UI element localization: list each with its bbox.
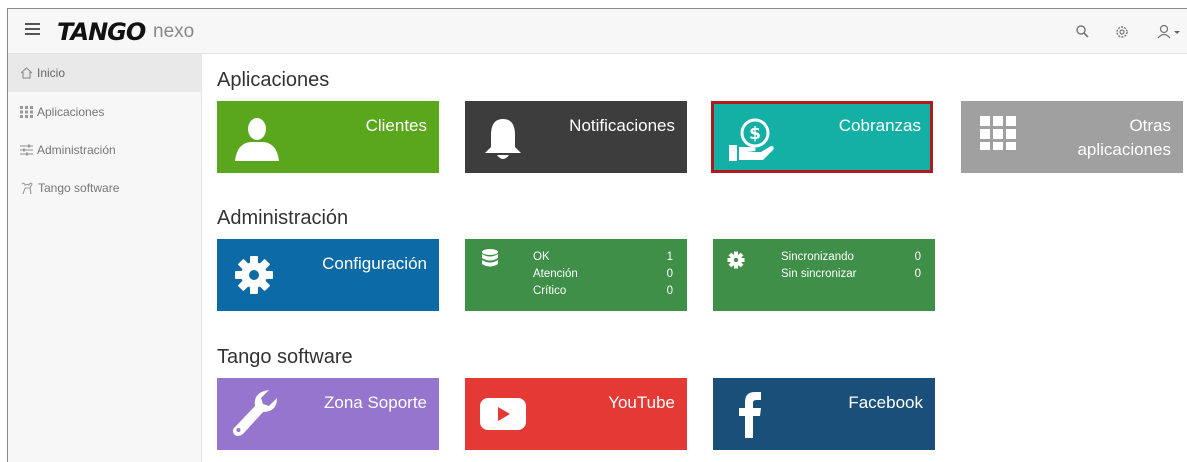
- sidebar-item-label: Inicio: [37, 66, 66, 80]
- brand-logo[interactable]: TANGO: [57, 18, 146, 46]
- status-row: Sincronizando 0: [781, 249, 921, 266]
- tile-label: Cobranzas: [838, 116, 921, 135]
- sidebar: Inicio Aplicaciones Administración Tango…: [8, 54, 202, 462]
- tile-facebook[interactable]: Facebook: [713, 378, 935, 450]
- sidebar-item-label: Administración: [37, 143, 116, 157]
- tile-label: YouTube: [608, 393, 675, 412]
- tile-sync-status[interactable]: Sincronizando 0 Sin sincronizar 0: [713, 239, 935, 311]
- home-icon: [20, 67, 33, 79]
- menu-icon[interactable]: [25, 23, 40, 36]
- status-row: Crítico 0: [533, 283, 673, 300]
- gear-icon: [235, 256, 273, 294]
- facebook-icon: [739, 392, 761, 438]
- sidebar-item-label: Tango software: [38, 181, 120, 195]
- tile-configuracion[interactable]: Configuración: [217, 239, 439, 311]
- svg-text:$: $: [749, 124, 761, 144]
- status-value: 0: [666, 285, 673, 297]
- app-window: TANGO nexo Inicio Aplicaciones Administr…: [7, 8, 1187, 462]
- tile-cobranzas[interactable]: $ Cobranzas: [711, 101, 933, 173]
- money-hand-icon: $: [729, 118, 774, 161]
- status-name: Atención: [533, 268, 578, 280]
- tile-youtube[interactable]: YouTube: [465, 378, 687, 450]
- tile-otras-aplicaciones[interactable]: Otras aplicaciones: [961, 101, 1183, 173]
- status-name: OK: [533, 251, 550, 263]
- tile-database-status[interactable]: OK 1 Atención 0 Crítico 0: [465, 239, 687, 311]
- search-icon[interactable]: [1073, 22, 1093, 42]
- section-title-aplicaciones: Aplicaciones: [217, 69, 330, 91]
- tile-notificaciones[interactable]: Notificaciones: [465, 101, 687, 173]
- tile-label: Zona Soporte: [323, 393, 427, 412]
- top-bar: TANGO nexo: [8, 9, 1187, 54]
- tile-label: Clientes: [365, 116, 427, 135]
- cow-icon: [21, 182, 33, 194]
- tile-zona-soporte[interactable]: Zona Soporte: [217, 378, 439, 450]
- status-name: Crítico: [533, 285, 567, 297]
- status-row: OK 1: [533, 249, 673, 266]
- sidebar-item-administracion[interactable]: Administración: [8, 131, 202, 169]
- sidebar-item-aplicaciones[interactable]: Aplicaciones: [8, 93, 202, 131]
- tile-label: Facebook: [848, 393, 923, 412]
- section-title-tango-software: Tango software: [217, 346, 353, 368]
- status-table: OK 1 Atención 0 Crítico 0: [533, 249, 673, 300]
- sidebar-item-label: Aplicaciones: [37, 105, 105, 119]
- status-name: Sincronizando: [781, 251, 854, 263]
- tile-label-line: aplicaciones: [1077, 140, 1171, 159]
- status-value: 0: [666, 268, 673, 280]
- tile-label: Notificaciones: [569, 116, 675, 135]
- apps-grid-icon: [980, 116, 1016, 150]
- status-name: Sin sincronizar: [781, 268, 857, 280]
- wrench-icon: [232, 390, 277, 436]
- user-icon: [235, 118, 279, 161]
- status-table: Sincronizando 0 Sin sincronizar 0: [781, 249, 921, 283]
- tile-label: Otras aplicaciones: [1077, 114, 1171, 162]
- youtube-icon: [480, 398, 526, 430]
- sidebar-item-inicio[interactable]: Inicio: [8, 54, 202, 92]
- brand-subtitle: nexo: [153, 21, 195, 42]
- section-title-administracion: Administración: [217, 207, 349, 229]
- sliders-icon: [20, 144, 33, 156]
- tile-label: Configuración: [322, 254, 427, 273]
- status-value: 1: [666, 251, 673, 263]
- settings-icon[interactable]: [1112, 22, 1132, 42]
- gear-small-icon: [727, 251, 745, 269]
- status-value: 0: [914, 251, 921, 263]
- sidebar-item-tango-software[interactable]: Tango software: [8, 169, 202, 207]
- user-menu-icon[interactable]: [1155, 22, 1181, 42]
- status-row: Sin sincronizar 0: [781, 266, 921, 283]
- database-icon: [482, 249, 498, 267]
- bell-icon: [485, 119, 521, 159]
- tile-clientes[interactable]: Clientes: [217, 101, 439, 173]
- status-row: Atención 0: [533, 266, 673, 283]
- tile-label-line: Otras: [1129, 116, 1171, 135]
- status-value: 0: [914, 268, 921, 280]
- grid-icon: [20, 106, 33, 118]
